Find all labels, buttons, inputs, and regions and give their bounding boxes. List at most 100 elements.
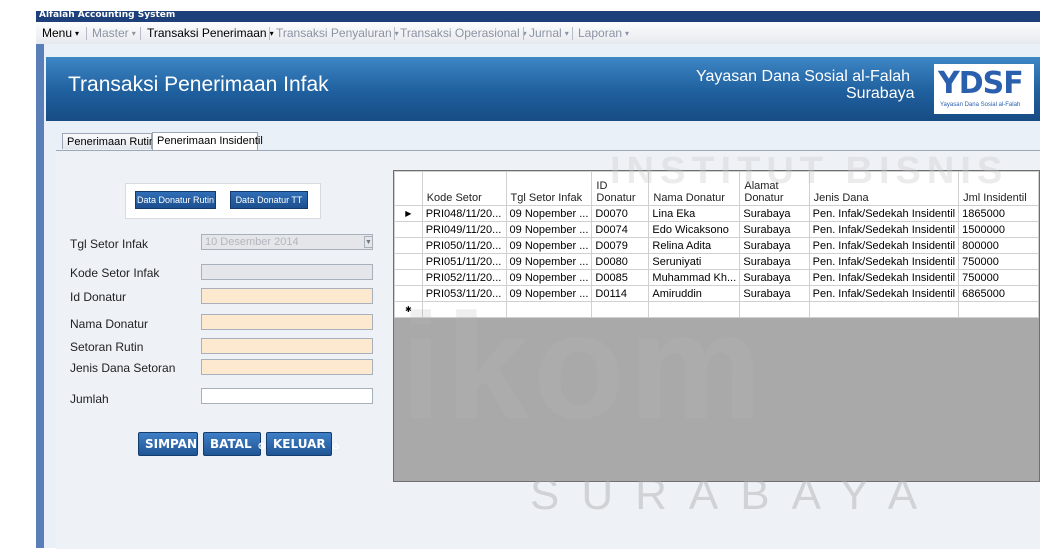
cell[interactable]: Relina Adita [648, 237, 741, 254]
column-header[interactable]: ID Donatur [591, 171, 650, 206]
jenis-dana-field[interactable] [201, 359, 373, 375]
cell[interactable]: PRI053/11/20... [421, 285, 507, 302]
row-header-corner [394, 171, 423, 206]
dropdown-arrow-icon: ▾ [75, 29, 80, 38]
cell[interactable] [958, 301, 1039, 318]
menu-menu[interactable]: Menu ▾ [42, 26, 79, 40]
cell[interactable]: Edo Wicaksono [648, 221, 741, 238]
cell[interactable]: 750000 [958, 253, 1039, 270]
cell[interactable]: Pen. Infak/Sedekah Insidentil [808, 221, 960, 238]
menu-transaksi-penyaluran[interactable]: Transaksi Penyaluran ▾ [276, 26, 399, 40]
cell[interactable]: Surabaya [739, 269, 810, 286]
cell[interactable]: Surabaya [739, 237, 810, 254]
cell[interactable] [808, 301, 960, 318]
cell[interactable]: 09 Nopember ... [505, 269, 593, 286]
cell[interactable]: Surabaya [739, 205, 810, 222]
column-header[interactable]: Nama Donatur [648, 171, 741, 206]
menu-laporan[interactable]: Laporan ▾ [578, 26, 629, 40]
nama-donatur-field[interactable] [201, 314, 373, 330]
keluar-button[interactable]: KELUAR ⌂ [266, 432, 339, 456]
column-header[interactable]: Jml Insidentil [958, 171, 1039, 206]
batal-button[interactable]: BATAL ⊗ [203, 432, 266, 456]
cell[interactable]: Seruniyati [648, 253, 741, 270]
cell[interactable]: 1865000 [958, 205, 1039, 222]
cell[interactable]: Pen. Infak/Sedekah Insidentil [808, 253, 960, 270]
data-grid[interactable]: Kode Setor Tgl Setor Infak ID Donatur Na… [393, 170, 1040, 482]
table-row[interactable]: PRI053/11/20... 09 Nopember ... D0114 Am… [394, 285, 1039, 302]
table-row[interactable]: PRI051/11/20... 09 Nopember ... D0080 Se… [394, 253, 1039, 270]
cell[interactable]: PRI051/11/20... [421, 253, 507, 270]
cell[interactable]: 09 Nopember ... [505, 237, 593, 254]
cell[interactable]: Pen. Infak/Sedekah Insidentil [808, 205, 960, 222]
cell[interactable]: 6865000 [958, 285, 1039, 302]
home-icon: ⌂ [332, 441, 340, 452]
menu-transaksi-penerimaan[interactable]: Transaksi Penerimaan ▾ [147, 26, 274, 40]
table-row[interactable]: PRI050/11/20... 09 Nopember ... D0079 Re… [394, 237, 1039, 254]
logo-subtitle: Yayasan Dana Sosial al-Falah [940, 102, 1021, 108]
cell[interactable]: 09 Nopember ... [505, 285, 593, 302]
cell[interactable]: 800000 [958, 237, 1039, 254]
cell[interactable]: D0070 [591, 205, 650, 222]
cell[interactable]: Amiruddin [648, 285, 741, 302]
header-banner: Transaksi Penerimaan Infak Yayasan Dana … [46, 57, 1040, 121]
cell[interactable]: Surabaya [739, 221, 810, 238]
table-row[interactable]: PRI049/11/20... 09 Nopember ... D0074 Ed… [394, 221, 1039, 238]
tgl-setor-field[interactable] [201, 234, 373, 250]
cell[interactable] [421, 301, 507, 318]
cell[interactable] [739, 301, 810, 318]
org-city: Surabaya [846, 85, 915, 102]
id-donatur-label: Id Donatur [70, 290, 127, 304]
cell[interactable]: PRI050/11/20... [421, 237, 507, 254]
cell[interactable]: D0080 [591, 253, 650, 270]
kode-setor-field[interactable] [201, 264, 373, 280]
simpan-button[interactable]: SIMPAN▣ [138, 432, 212, 456]
date-dropdown-icon[interactable]: ▼ [364, 236, 373, 248]
cell[interactable]: D0074 [591, 221, 650, 238]
tab-penerimaan-rutin[interactable]: Penerimaan Rutin [62, 133, 155, 149]
cell[interactable]: D0085 [591, 269, 650, 286]
cell[interactable]: PRI049/11/20... [421, 221, 507, 238]
cell[interactable]: PRI048/11/20... [421, 205, 507, 222]
column-header[interactable]: Alamat Donatur [739, 171, 810, 206]
cell[interactable]: 09 Nopember ... [505, 253, 593, 270]
tab-penerimaan-insidentil[interactable]: Penerimaan Insidentil [152, 132, 263, 150]
table-row[interactable]: ▶ PRI048/11/20... 09 Nopember ... D0070 … [394, 205, 1039, 222]
menu-master[interactable]: Master ▾ [92, 26, 136, 40]
cell[interactable] [505, 301, 593, 318]
id-donatur-field[interactable] [201, 288, 373, 304]
cell[interactable]: PRI052/11/20... [421, 269, 507, 286]
cell[interactable]: Pen. Infak/Sedekah Insidentil [808, 285, 960, 302]
cell[interactable]: Muhammad Kh... [648, 269, 741, 286]
nama-donatur-label: Nama Donatur [70, 317, 149, 331]
cell[interactable]: 09 Nopember ... [505, 221, 593, 238]
cell[interactable]: D0079 [591, 237, 650, 254]
cell[interactable]: Pen. Infak/Sedekah Insidentil [808, 269, 960, 286]
menu-jurnal[interactable]: Jurnal ▾ [529, 26, 569, 40]
column-header[interactable]: Tgl Setor Infak [505, 171, 593, 206]
cell[interactable] [591, 301, 650, 318]
data-donatur-rutin-button[interactable]: Data Donatur Rutin [135, 191, 216, 209]
menu-transaksi-operasional[interactable]: Transaksi Operasional ▾ [400, 26, 527, 40]
table-row[interactable]: PRI052/11/20... 09 Nopember ... D0085 Mu… [394, 269, 1039, 286]
column-header[interactable]: Jenis Dana [808, 171, 960, 206]
setoran-rutin-field[interactable] [201, 338, 373, 354]
cell[interactable]: Pen. Infak/Sedekah Insidentil [808, 237, 960, 254]
cell[interactable]: 750000 [958, 269, 1039, 286]
jumlah-field[interactable] [201, 388, 373, 404]
cell[interactable]: 1500000 [958, 221, 1039, 238]
new-row[interactable]: ✱ [394, 301, 1039, 318]
dropdown-arrow-icon: ▾ [394, 29, 399, 38]
cell[interactable]: D0114 [591, 285, 650, 302]
cell[interactable]: Lina Eka [648, 205, 741, 222]
cell[interactable]: 09 Nopember ... [505, 205, 593, 222]
cell[interactable]: Surabaya [739, 253, 810, 270]
dropdown-arrow-icon: ▾ [131, 29, 136, 38]
data-donatur-tt-button[interactable]: Data Donatur TT [230, 191, 308, 209]
row-header [394, 253, 423, 270]
donor-button-box: Data Donatur Rutin Data Donatur TT [125, 183, 321, 219]
current-row-icon: ▶ [394, 205, 423, 222]
cell[interactable] [648, 301, 741, 318]
title-bar: Alfalah Accounting System [36, 10, 1040, 22]
column-header[interactable]: Kode Setor [421, 171, 507, 206]
cell[interactable]: Surabaya [739, 285, 810, 302]
